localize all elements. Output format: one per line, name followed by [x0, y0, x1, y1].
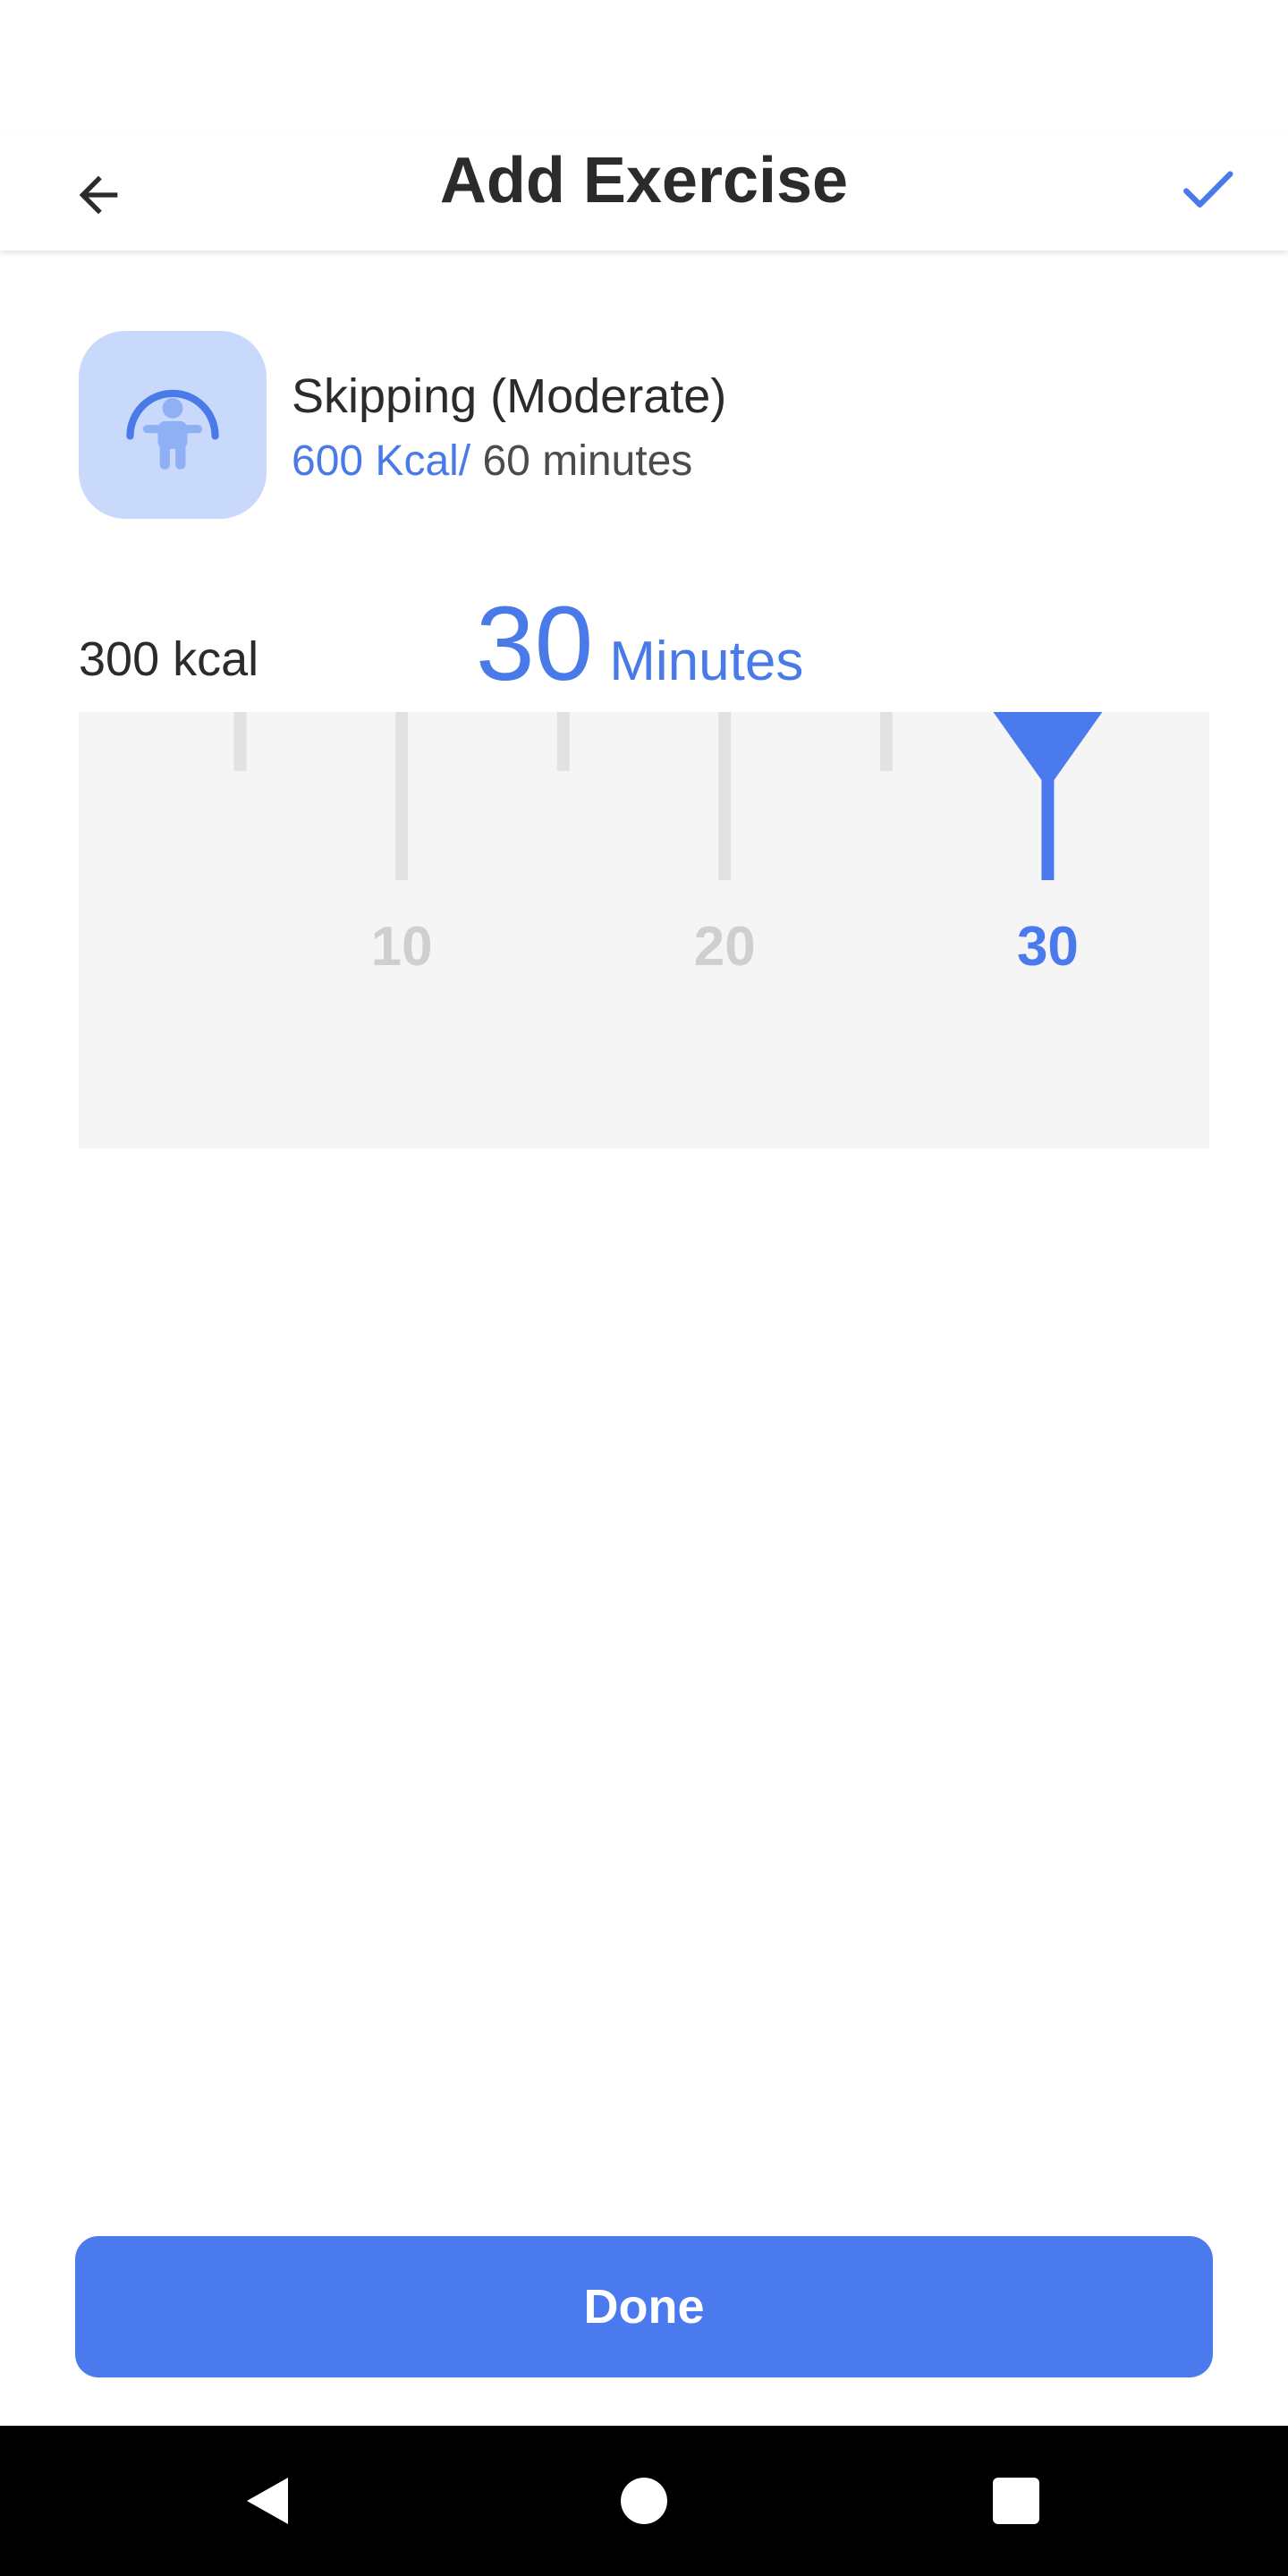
ruler-tick-label: 10 — [371, 916, 433, 978]
ruler-major-tick — [718, 712, 732, 880]
confirm-button[interactable] — [1163, 145, 1252, 234]
ruler-tick-label: 20 — [694, 916, 756, 978]
exercise-rate: 600 Kcal/ 60 minutes — [292, 436, 692, 486]
exercise-rate-minutes: 60 minutes — [470, 437, 693, 485]
ruler-selection-pointer[interactable] — [993, 712, 1103, 789]
exercise-summary: Skipping (Moderate) 600 Kcal/ 60 minutes — [79, 331, 1209, 521]
status-bar — [0, 0, 1288, 132]
circle-home-icon — [621, 2478, 667, 2524]
nav-back-button[interactable] — [224, 2456, 313, 2546]
triangle-back-icon — [247, 2478, 288, 2524]
ruler-major-tick — [395, 712, 409, 880]
exercise-rate-kcal: 600 Kcal/ — [292, 437, 471, 485]
system-navigation-bar — [0, 2426, 1288, 2576]
square-recents-icon — [993, 2478, 1039, 2524]
ruler-minor-tick — [556, 712, 570, 771]
check-icon — [1183, 171, 1233, 208]
jump-rope-person-icon — [126, 389, 219, 470]
ruler-minor-tick — [233, 712, 247, 771]
page-title: Add Exercise — [439, 145, 849, 216]
app-bar: Add Exercise — [0, 132, 1288, 250]
duration-value: 30 — [476, 585, 594, 703]
exercise-name: Skipping (Moderate) — [292, 369, 727, 423]
ruler-scale: 10 20 30 — [233, 712, 1103, 978]
nav-home-button[interactable] — [599, 2456, 689, 2546]
nav-recents-button[interactable] — [971, 2456, 1061, 2546]
done-button[interactable]: Done — [75, 2236, 1213, 2377]
calorie-readout: 300 kcal — [79, 632, 259, 686]
duration-unit: Minutes — [609, 631, 804, 692]
duration-readout: 30 Minutes — [476, 583, 803, 705]
duration-ruler-slider[interactable]: 10 20 30 — [79, 712, 1209, 1148]
ruler-tick-label: 30 — [1017, 916, 1079, 978]
exercise-icon-tile — [79, 331, 267, 519]
ruler-minor-tick — [879, 712, 893, 771]
